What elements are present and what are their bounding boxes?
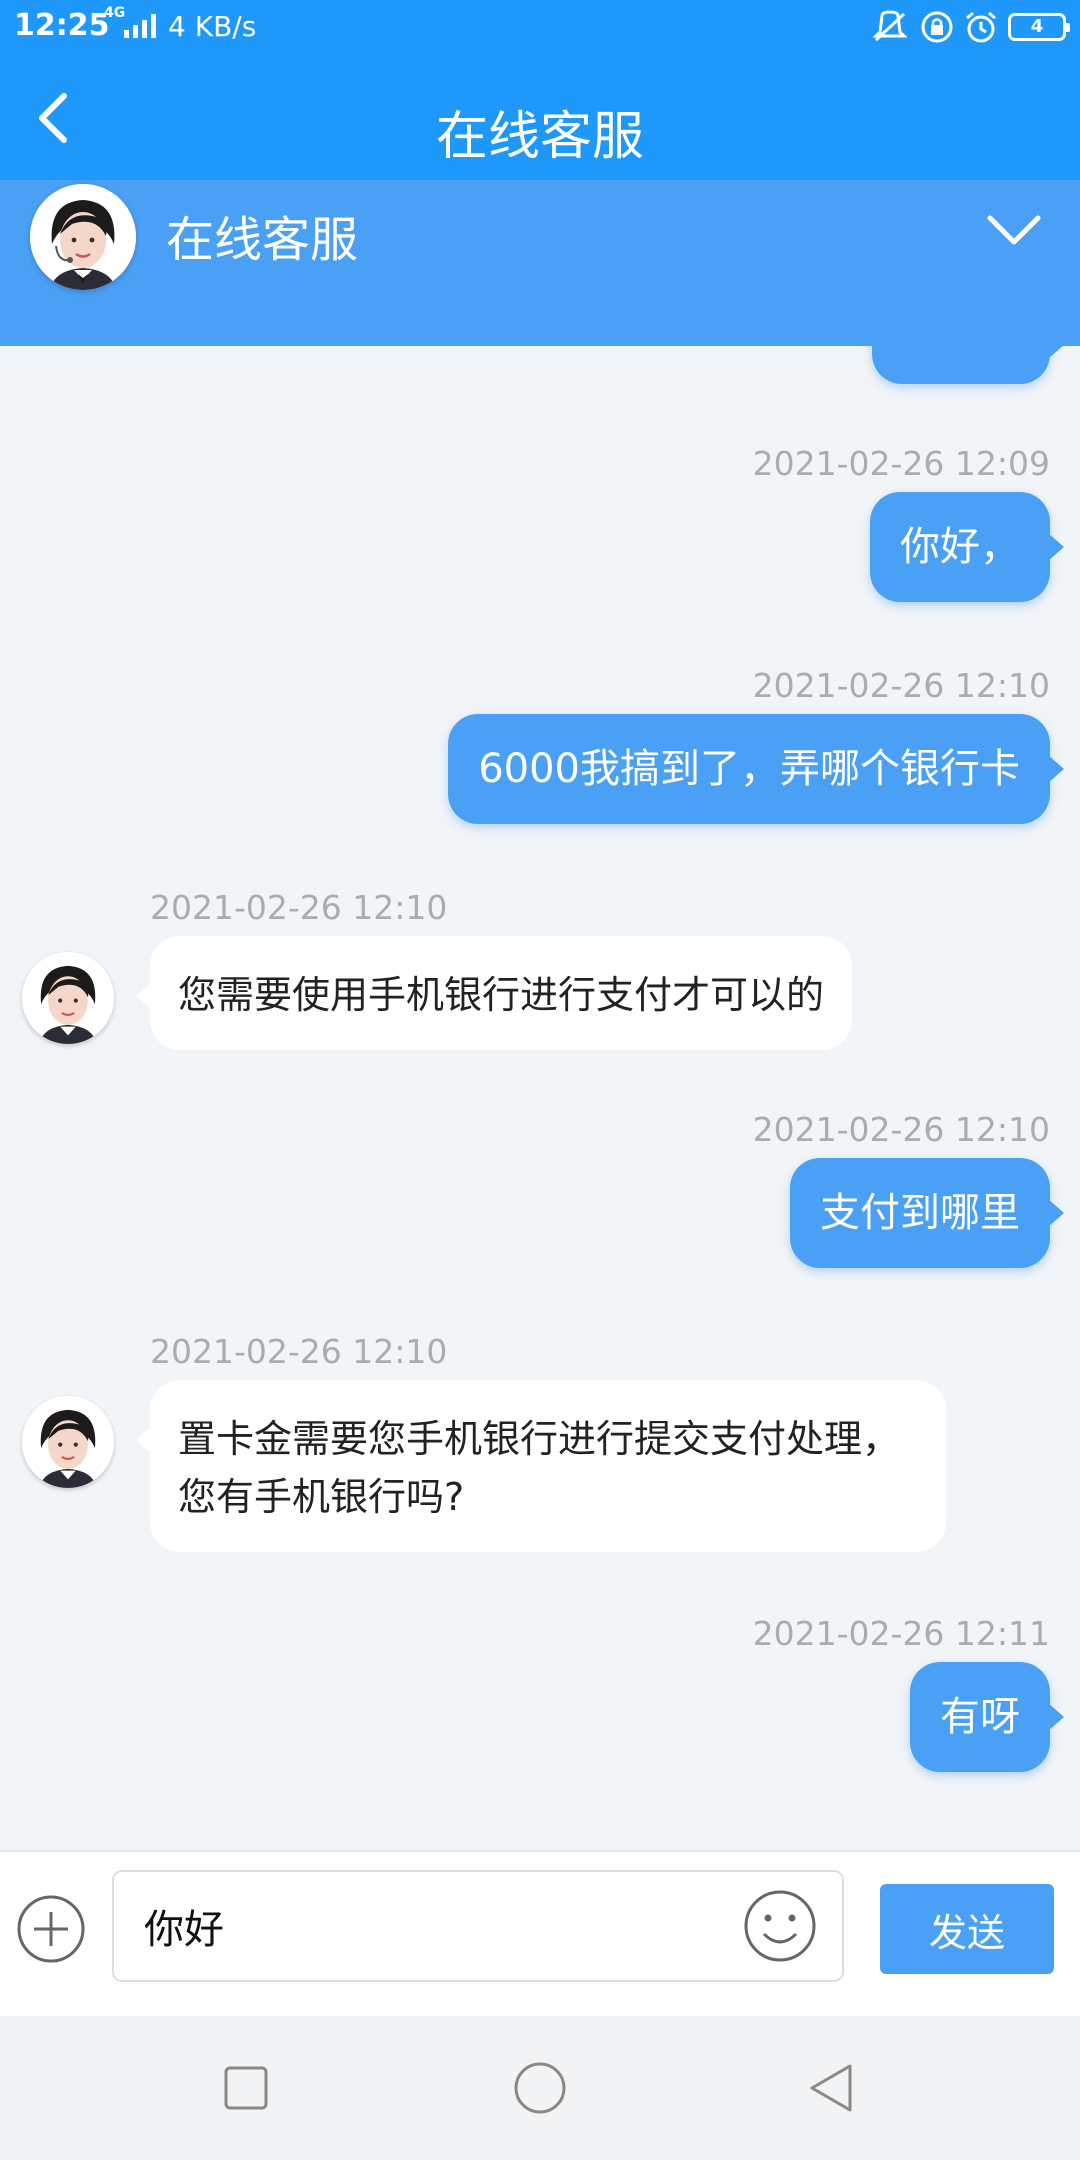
message-time: 2021-02-26 12:09 bbox=[752, 444, 1050, 483]
square-icon[interactable] bbox=[214, 2056, 278, 2120]
chat-screen: 12:25 4G 4 KB/s 4 在线客服 在线客服 2021-02-26 1… bbox=[0, 0, 1080, 2160]
lock-rotation-icon bbox=[921, 11, 953, 43]
navigation-bar bbox=[0, 2016, 1080, 2160]
alarm-icon bbox=[966, 11, 996, 43]
message-bubble-out[interactable]: 你好， bbox=[870, 492, 1064, 602]
network-speed: 4 KB/s bbox=[168, 10, 257, 43]
message-input[interactable] bbox=[112, 1870, 844, 1982]
message-bubble-partial bbox=[872, 346, 1064, 384]
chevron-down-icon[interactable] bbox=[984, 210, 1044, 250]
agent-header[interactable]: 在线客服 bbox=[0, 180, 1080, 346]
message-bubble-out[interactable]: 有呀 bbox=[910, 1662, 1064, 1772]
circle-icon[interactable] bbox=[508, 2056, 572, 2120]
message-bubble-out[interactable]: 支付到哪里 bbox=[790, 1158, 1064, 1268]
mute-icon bbox=[872, 10, 908, 42]
title-bar: 在线客服 bbox=[0, 56, 1080, 180]
input-bar: 发送 bbox=[0, 1850, 1080, 2016]
message-bubble-in[interactable]: 置卡金需要您手机银行进行提交支付处理，您有手机银行吗? bbox=[136, 1380, 946, 1552]
message-time: 2021-02-26 12:11 bbox=[752, 1614, 1050, 1653]
message-bubble-out[interactable]: 6000我搞到了，弄哪个银行卡 bbox=[448, 714, 1064, 824]
agent-avatar-small bbox=[22, 952, 114, 1044]
triangle-back-icon[interactable] bbox=[800, 2056, 864, 2120]
message-time: 2021-02-26 12:10 bbox=[752, 1110, 1050, 1149]
status-bar: 12:25 4G 4 KB/s 4 bbox=[0, 0, 1080, 56]
plus-circle-icon[interactable] bbox=[16, 1894, 86, 1964]
message-time: 2021-02-26 12:10 bbox=[150, 1332, 448, 1371]
agent-avatar-small bbox=[22, 1396, 114, 1488]
smiley-icon[interactable] bbox=[742, 1888, 818, 1964]
message-bubble-in[interactable]: 您需要使用手机银行进行支付才可以的 bbox=[135, 936, 853, 1050]
agent-name: 在线客服 bbox=[166, 212, 359, 268]
signal-icon bbox=[124, 14, 156, 38]
message-time: 2021-02-26 12:10 bbox=[150, 888, 448, 927]
battery-icon: 4 bbox=[1008, 13, 1070, 41]
page-title: 在线客服 bbox=[435, 107, 644, 167]
message-time: 2021-02-26 12:10 bbox=[752, 666, 1050, 705]
send-button[interactable]: 发送 bbox=[880, 1884, 1054, 1974]
agent-avatar bbox=[30, 184, 136, 290]
status-time: 12:25 bbox=[14, 8, 110, 43]
message-list[interactable]: 2021-02-26 12:09 你好， 2021-02-26 12:10 60… bbox=[0, 346, 1080, 1850]
